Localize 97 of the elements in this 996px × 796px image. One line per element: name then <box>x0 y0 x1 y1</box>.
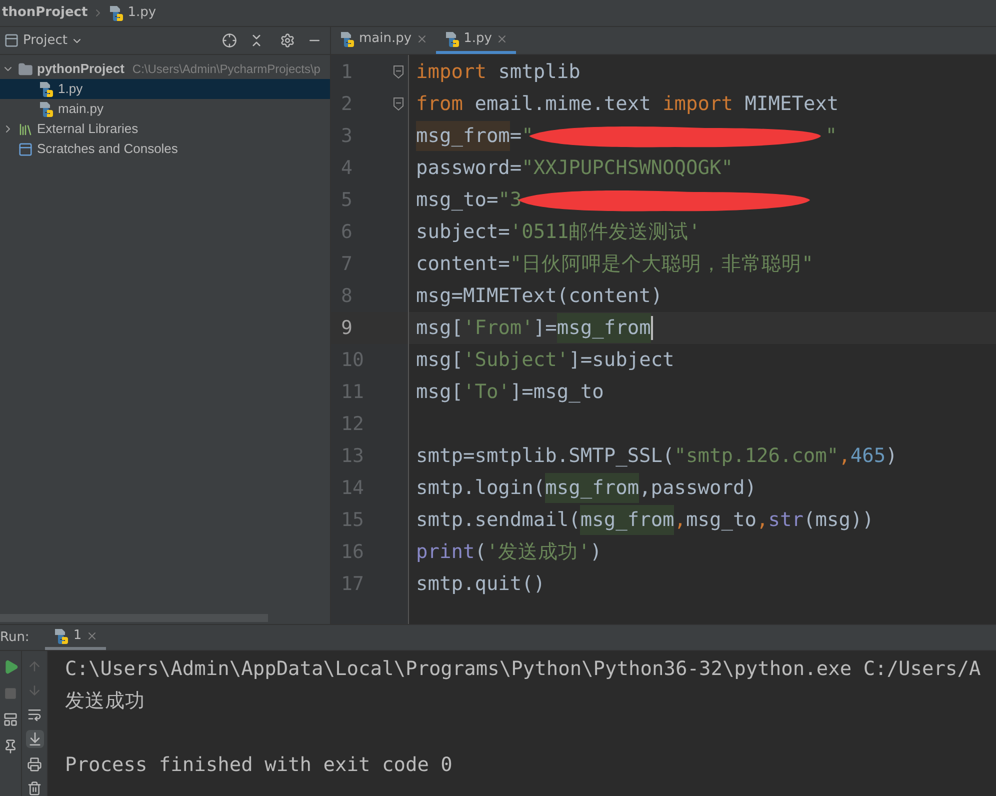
code-token: msg[ <box>416 315 463 342</box>
scratches-icon <box>18 142 33 156</box>
tree-label: External Libraries <box>37 120 138 138</box>
project-view-dropdown[interactable]: Project <box>23 30 84 50</box>
code-token: '0511邮件发送测试' <box>510 219 700 246</box>
code-token: "smtp.126.com" <box>674 443 839 470</box>
code-token: str <box>768 507 804 534</box>
tab-label: 1 <box>73 627 82 646</box>
code-token: smtp.quit() <box>416 571 546 598</box>
locate-icon[interactable] <box>222 33 237 48</box>
tree-item[interactable]: 1.py <box>0 79 330 99</box>
line-number: 9 <box>340 316 352 341</box>
console-line: C:\Users\Admin\AppData\Local\Programs\Python\Python36-32\python.exe C:/Users/A <box>65 656 982 682</box>
fold-icon[interactable] <box>393 65 404 79</box>
code-token: , <box>756 507 768 534</box>
tab-label: main.py <box>359 30 412 48</box>
editor-tab[interactable]: main.py <box>331 27 436 54</box>
tree-label: main.py <box>58 100 104 118</box>
code-token: msg_from <box>556 313 651 343</box>
code-token: smtp=smtplib.SMTP_SSL( <box>416 443 674 470</box>
console-line: Process finished with exit code 0 <box>65 752 454 778</box>
code-token: msg_from <box>545 473 640 503</box>
code-token: msg[ <box>416 347 463 374</box>
code-token: MIMEText <box>744 91 839 118</box>
code-token: , <box>674 507 686 534</box>
tree-item[interactable]: main.py <box>0 99 330 119</box>
python-file-icon <box>339 31 355 47</box>
code-token: " <box>825 123 838 150</box>
code-token: print <box>416 539 475 566</box>
python-file-icon <box>38 81 54 97</box>
code-token: content= <box>416 251 510 278</box>
close-icon[interactable] <box>496 33 508 45</box>
code-token: 'From' <box>462 315 534 342</box>
code-token: ]=subject <box>568 347 674 374</box>
tree-item[interactable]: External Libraries <box>0 119 330 139</box>
code-token: ) <box>590 539 602 566</box>
code-token: ]= <box>533 315 557 342</box>
python-file-icon <box>108 5 124 21</box>
code-token: ) <box>886 443 898 470</box>
close-icon[interactable] <box>416 33 428 45</box>
code-token: msg=MIMEText(content) <box>416 283 663 310</box>
code-token: = <box>510 123 522 150</box>
code-token: from <box>416 91 463 118</box>
panel-icon <box>4 33 19 48</box>
tab-label: 1.py <box>464 30 492 48</box>
code-token: 465 <box>850 443 886 470</box>
code-token: " <box>522 123 534 150</box>
python-file-icon <box>444 31 460 47</box>
code-token: ( <box>474 539 486 566</box>
breadcrumb-item[interactable]: thonProject <box>2 3 88 23</box>
run-label: Run: <box>0 628 30 647</box>
python-file-icon <box>38 101 54 117</box>
code-token: import <box>662 91 734 118</box>
layout-icon[interactable] <box>3 712 18 727</box>
tree-item[interactable]: pythonProject C:\Users\Admin\PycharmProjects\p <box>0 59 330 79</box>
tree-label: 1.py <box>58 80 83 98</box>
code-token: password= <box>416 155 522 182</box>
code-token: smtplib <box>497 59 580 86</box>
tree-item[interactable]: Scratches and Consoles <box>0 139 330 159</box>
code-token: msg[ <box>416 379 463 406</box>
code-token: smtp.login( <box>416 475 546 502</box>
code-token: '发送成功' <box>486 539 590 566</box>
folder-path: C:\Users\Admin\PycharmProjects\p <box>132 61 320 78</box>
close-icon[interactable] <box>86 630 98 642</box>
code-token: msg_from <box>580 505 674 535</box>
code-token: , <box>838 443 850 470</box>
breadcrumb-item[interactable]: 1.py <box>128 3 156 23</box>
tree-label: pythonProject <box>37 60 124 78</box>
code-token: ,password) <box>639 475 756 502</box>
tree-label: Scratches and Consoles <box>37 140 178 158</box>
soft-wrap-icon[interactable] <box>27 706 42 722</box>
code-token: 'To' <box>462 379 510 406</box>
run-icon[interactable] <box>2 659 18 675</box>
code-token: ]=msg_to <box>510 379 604 406</box>
code-token: msg_to <box>686 507 756 534</box>
code-token: 'Subject' <box>462 347 569 374</box>
code-token: msg_from <box>416 121 510 151</box>
code-token: msg_to= <box>416 187 498 214</box>
code-token: "日伙阿呷是个大聪明，非常聪明" <box>510 251 814 278</box>
library-icon <box>18 122 33 136</box>
python-icon <box>53 628 70 644</box>
code-token: "XXJPUPCHSWNOQOGK" <box>522 155 733 182</box>
code-token: subject= <box>416 219 510 246</box>
code-token: smtp.sendmail( <box>416 507 580 534</box>
scroll-to-end-icon[interactable] <box>26 730 44 748</box>
code-token: (msg)) <box>803 507 874 534</box>
code-token: "3 <box>498 187 522 214</box>
pin-icon[interactable] <box>3 739 18 754</box>
text-cursor <box>650 316 653 340</box>
folder-icon <box>18 62 33 76</box>
code-token: import <box>416 59 486 86</box>
fold-icon[interactable] <box>393 97 404 111</box>
settings-icon[interactable] <box>280 33 295 48</box>
code-token: email.mime.text <box>474 91 652 118</box>
print-icon[interactable] <box>27 757 42 772</box>
trash-icon[interactable] <box>27 781 42 796</box>
console-line: 发送成功 <box>65 688 146 714</box>
